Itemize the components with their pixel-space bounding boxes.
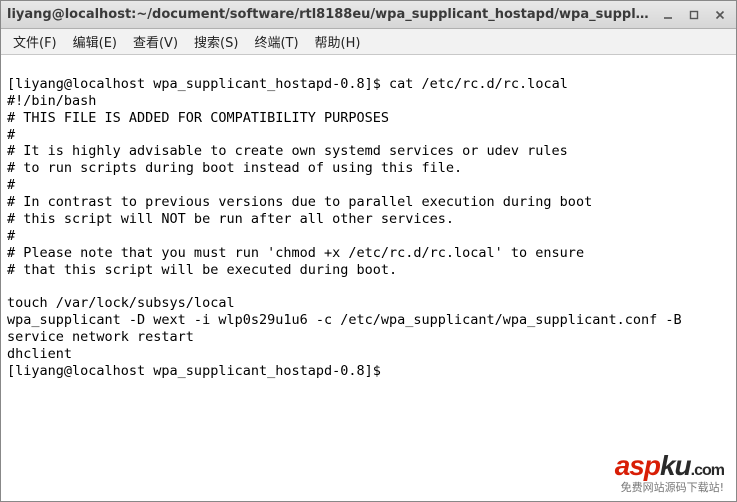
command-output: #!/bin/bash # THIS FILE IS ADDED FOR COM…: [7, 93, 682, 362]
menu-view[interactable]: 查看(V): [125, 30, 186, 53]
prompt-line-2: [liyang@localhost wpa_supplicant_hostapd…: [7, 363, 389, 379]
menubar: 文件(F) 编辑(E) 查看(V) 搜索(S) 终端(T) 帮助(H): [1, 29, 736, 55]
menu-help[interactable]: 帮助(H): [307, 30, 369, 53]
maximize-button[interactable]: [684, 6, 704, 24]
close-button[interactable]: [710, 6, 730, 24]
terminal-viewport[interactable]: [liyang@localhost wpa_supplicant_hostapd…: [1, 55, 736, 501]
window-titlebar: liyang@localhost:~/document/software/rtl…: [1, 1, 736, 29]
menu-edit[interactable]: 编辑(E): [65, 30, 125, 53]
prompt-line-1: [liyang@localhost wpa_supplicant_hostapd…: [7, 76, 568, 92]
minimize-button[interactable]: [658, 6, 678, 24]
shell-command: cat /etc/rc.d/rc.local: [389, 76, 568, 92]
window-title: liyang@localhost:~/document/software/rtl…: [7, 7, 652, 22]
menu-terminal[interactable]: 终端(T): [246, 30, 306, 53]
menu-file[interactable]: 文件(F): [5, 30, 65, 53]
shell-prompt: [liyang@localhost wpa_supplicant_hostapd…: [7, 363, 389, 379]
menu-search[interactable]: 搜索(S): [186, 30, 246, 53]
shell-prompt: [liyang@localhost wpa_supplicant_hostapd…: [7, 76, 389, 92]
